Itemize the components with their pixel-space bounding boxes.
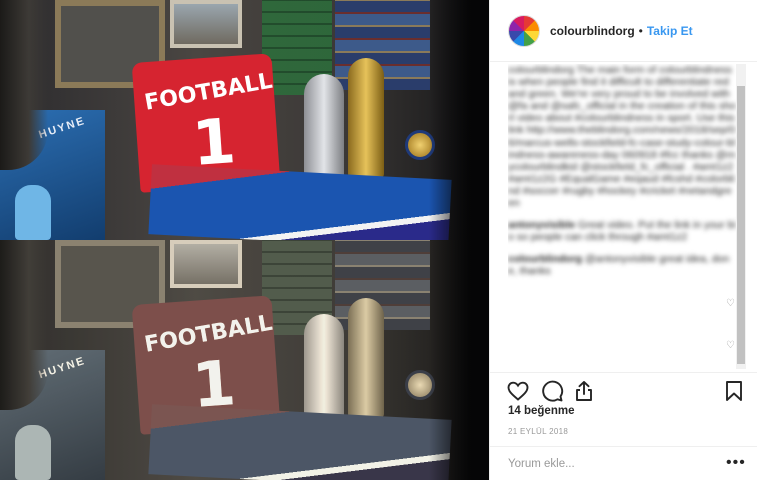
comment-input[interactable] [508,456,708,472]
avatar[interactable] [508,14,540,47]
scrollbar-thumb[interactable] [737,86,745,364]
post-date[interactable]: 21 EYLÜL 2018 [508,427,568,436]
post-image[interactable]: HUYNE FOOTBALL 1 HUYNE FOOTBALL 1 [0,0,489,480]
silver-trophy [304,74,344,184]
plush-tail [0,240,48,410]
image-bottom-half-filtered: HUYNE FOOTBALL 1 [0,240,489,480]
comment-item: colourblindorg @antonyvisible great idea… [508,253,736,277]
heart-icon[interactable] [506,379,530,403]
more-options-icon[interactable]: ••• [726,455,746,471]
action-bar [490,372,757,404]
instagram-post: HUYNE FOOTBALL 1 HUYNE FOOTBALL 1 colour… [0,0,757,480]
silver-trophy [304,314,344,424]
image-top-half: HUYNE FOOTBALL 1 [0,0,489,240]
bookmark-icon[interactable] [722,379,746,403]
wall-photo [170,0,242,48]
comments-list[interactable]: colourblindorg The main form of colourbl… [508,64,736,359]
gold-trophy [348,58,384,178]
plush-tail [0,0,48,170]
player-figure [15,425,51,480]
username-link[interactable]: colourblindorg [550,24,635,38]
comments-scrollbar[interactable] [736,64,746,369]
caption-text: colourblindorg The main form of colourbl… [508,64,736,210]
separator-dot: • [638,23,643,38]
comment-username[interactable]: colourblindorg [508,253,582,265]
add-comment-bar: ••• [490,446,757,480]
follow-button[interactable]: Takip Et [647,24,693,38]
comment-like-icon[interactable]: ♡ [726,340,736,351]
comment-username[interactable]: antonyvisible [508,219,575,231]
share-icon[interactable] [572,379,596,403]
gold-trophy [348,298,384,418]
comment-like-icon[interactable]: ♡ [726,298,736,309]
comment-item: antonyvisible Great video. Put the link … [508,219,736,243]
player-figure [15,185,51,240]
comment-icon[interactable] [540,379,564,403]
wall-photo [170,240,242,288]
post-header: colourblindorg • Takip Et [490,0,757,62]
likes-count[interactable]: 14 beğenme [508,405,574,417]
post-side-panel: colourblindorg • Takip Et colourblindorg… [489,0,757,480]
